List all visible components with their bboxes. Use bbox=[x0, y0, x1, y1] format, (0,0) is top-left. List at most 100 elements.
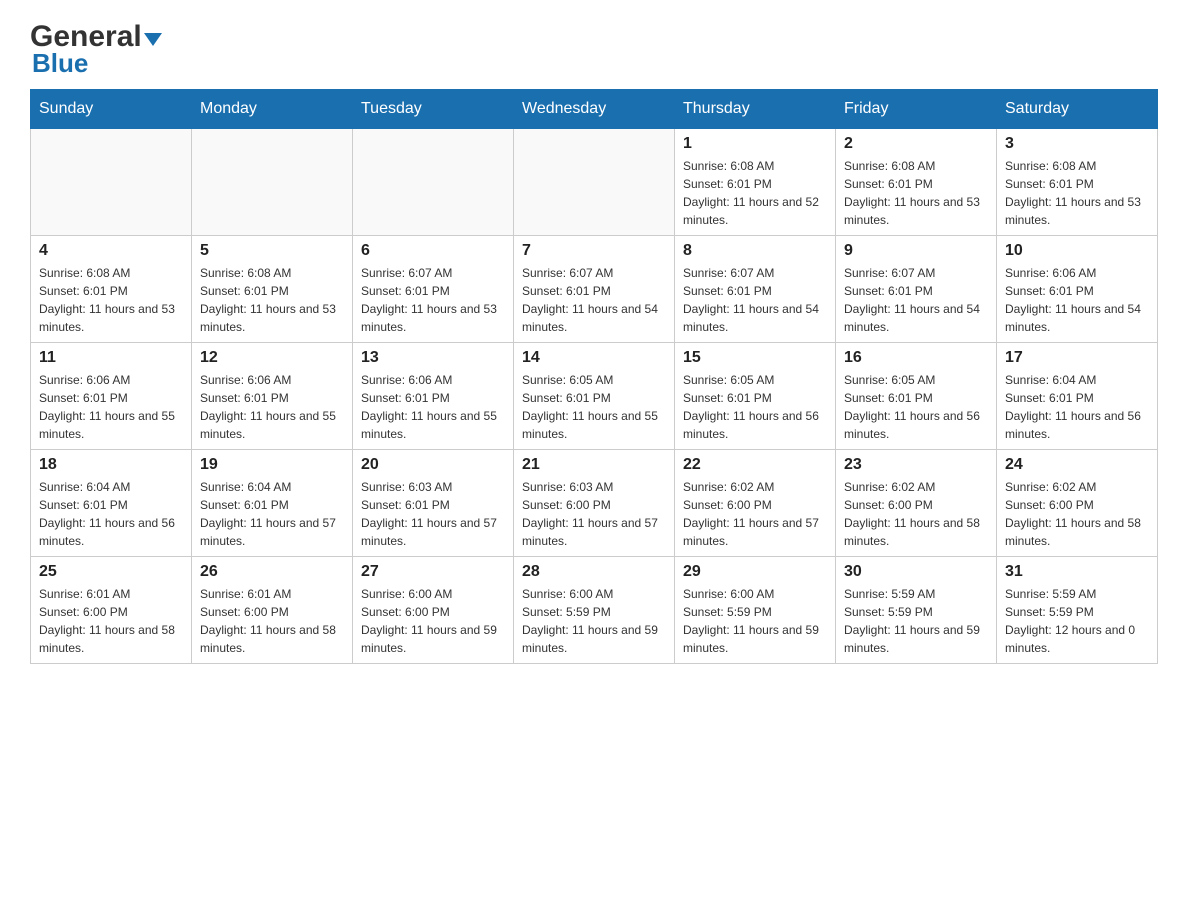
calendar-cell bbox=[353, 129, 514, 236]
day-info: Sunrise: 6:02 AMSunset: 6:00 PMDaylight:… bbox=[844, 478, 988, 550]
day-info: Sunrise: 6:07 AMSunset: 6:01 PMDaylight:… bbox=[522, 264, 666, 336]
day-info: Sunrise: 6:07 AMSunset: 6:01 PMDaylight:… bbox=[844, 264, 988, 336]
day-number: 6 bbox=[361, 242, 505, 260]
day-number: 13 bbox=[361, 349, 505, 367]
day-info: Sunrise: 5:59 AMSunset: 5:59 PMDaylight:… bbox=[844, 585, 988, 657]
calendar-cell: 27 Sunrise: 6:00 AMSunset: 6:00 PMDayligh… bbox=[353, 557, 514, 664]
day-number: 9 bbox=[844, 242, 988, 260]
calendar-cell: 22Sunrise: 6:02 AMSunset: 6:00 PMDayligh… bbox=[675, 450, 836, 557]
day-info: Sunrise: 6:01 AMSunset: 6:00 PMDaylight:… bbox=[39, 585, 183, 657]
calendar-cell: 11Sunrise: 6:06 AMSunset: 6:01 PMDayligh… bbox=[31, 343, 192, 450]
calendar-cell: 25 Sunrise: 6:01 AMSunset: 6:00 PMDayligh… bbox=[31, 557, 192, 664]
day-info: Sunrise: 6:02 AMSunset: 6:00 PMDaylight:… bbox=[1005, 478, 1149, 550]
day-number: 22 bbox=[683, 456, 827, 474]
logo-triangle-icon bbox=[144, 33, 162, 46]
calendar-cell: 21Sunrise: 6:03 AMSunset: 6:00 PMDayligh… bbox=[514, 450, 675, 557]
day-info: Sunrise: 6:04 AMSunset: 6:01 PMDaylight:… bbox=[1005, 371, 1149, 443]
day-info: Sunrise: 6:04 AMSunset: 6:01 PMDaylight:… bbox=[39, 478, 183, 550]
weekday-header-row: SundayMondayTuesdayWednesdayThursdayFrid… bbox=[31, 90, 1158, 129]
calendar-cell bbox=[514, 129, 675, 236]
logo: General Blue bbox=[30, 20, 162, 79]
day-number: 15 bbox=[683, 349, 827, 367]
calendar-week-row: 11Sunrise: 6:06 AMSunset: 6:01 PMDayligh… bbox=[31, 343, 1158, 450]
day-number: 29 bbox=[683, 563, 827, 581]
calendar-cell: 8 Sunrise: 6:07 AMSunset: 6:01 PMDaylight… bbox=[675, 236, 836, 343]
calendar-cell: 1 Sunrise: 6:08 AMSunset: 6:01 PMDaylight… bbox=[675, 129, 836, 236]
logo-blue: Blue bbox=[32, 48, 88, 79]
calendar-cell: 30Sunrise: 5:59 AMSunset: 5:59 PMDayligh… bbox=[836, 557, 997, 664]
day-info: Sunrise: 6:06 AMSunset: 6:01 PMDaylight:… bbox=[39, 371, 183, 443]
calendar-cell: 29 Sunrise: 6:00 AMSunset: 5:59 PMDayligh… bbox=[675, 557, 836, 664]
day-number: 12 bbox=[200, 349, 344, 367]
day-info: Sunrise: 6:08 AMSunset: 6:01 PMDaylight:… bbox=[200, 264, 344, 336]
calendar-cell: 12 Sunrise: 6:06 AMSunset: 6:01 PMDayligh… bbox=[192, 343, 353, 450]
day-number: 25 bbox=[39, 563, 183, 581]
day-number: 31 bbox=[1005, 563, 1149, 581]
calendar-cell: 28Sunrise: 6:00 AMSunset: 5:59 PMDayligh… bbox=[514, 557, 675, 664]
calendar-cell: 19 Sunrise: 6:04 AMSunset: 6:01 PMDayligh… bbox=[192, 450, 353, 557]
calendar-week-row: 1 Sunrise: 6:08 AMSunset: 6:01 PMDaylight… bbox=[31, 129, 1158, 236]
calendar-cell: 15 Sunrise: 6:05 AMSunset: 6:01 PMDayligh… bbox=[675, 343, 836, 450]
day-number: 8 bbox=[683, 242, 827, 260]
day-info: Sunrise: 6:05 AMSunset: 6:01 PMDaylight:… bbox=[522, 371, 666, 443]
calendar-cell: 9 Sunrise: 6:07 AMSunset: 6:01 PMDaylight… bbox=[836, 236, 997, 343]
calendar-cell: 6 Sunrise: 6:07 AMSunset: 6:01 PMDaylight… bbox=[353, 236, 514, 343]
day-info: Sunrise: 6:00 AMSunset: 6:00 PMDaylight:… bbox=[361, 585, 505, 657]
day-info: Sunrise: 6:08 AMSunset: 6:01 PMDaylight:… bbox=[844, 157, 988, 229]
day-number: 24 bbox=[1005, 456, 1149, 474]
calendar-cell: 26Sunrise: 6:01 AMSunset: 6:00 PMDayligh… bbox=[192, 557, 353, 664]
page-header: General Blue bbox=[30, 20, 1158, 79]
day-info: Sunrise: 6:04 AMSunset: 6:01 PMDaylight:… bbox=[200, 478, 344, 550]
day-number: 5 bbox=[200, 242, 344, 260]
day-number: 7 bbox=[522, 242, 666, 260]
day-number: 3 bbox=[1005, 135, 1149, 153]
calendar-cell: 24 Sunrise: 6:02 AMSunset: 6:00 PMDayligh… bbox=[997, 450, 1158, 557]
calendar-cell: 2 Sunrise: 6:08 AMSunset: 6:01 PMDaylight… bbox=[836, 129, 997, 236]
day-number: 19 bbox=[200, 456, 344, 474]
day-info: Sunrise: 6:00 AMSunset: 5:59 PMDaylight:… bbox=[522, 585, 666, 657]
calendar-body: 1 Sunrise: 6:08 AMSunset: 6:01 PMDaylight… bbox=[31, 129, 1158, 664]
day-number: 20 bbox=[361, 456, 505, 474]
weekday-header-saturday: Saturday bbox=[997, 90, 1158, 129]
day-info: Sunrise: 6:08 AMSunset: 6:01 PMDaylight:… bbox=[683, 157, 827, 229]
day-number: 4 bbox=[39, 242, 183, 260]
day-number: 2 bbox=[844, 135, 988, 153]
calendar-cell: 18 Sunrise: 6:04 AMSunset: 6:01 PMDayligh… bbox=[31, 450, 192, 557]
calendar-cell: 10Sunrise: 6:06 AMSunset: 6:01 PMDayligh… bbox=[997, 236, 1158, 343]
weekday-header-sunday: Sunday bbox=[31, 90, 192, 129]
day-info: Sunrise: 6:06 AMSunset: 6:01 PMDaylight:… bbox=[200, 371, 344, 443]
calendar-cell: 20 Sunrise: 6:03 AMSunset: 6:01 PMDayligh… bbox=[353, 450, 514, 557]
calendar-cell: 16Sunrise: 6:05 AMSunset: 6:01 PMDayligh… bbox=[836, 343, 997, 450]
day-info: Sunrise: 6:06 AMSunset: 6:01 PMDaylight:… bbox=[361, 371, 505, 443]
calendar-cell: 31Sunrise: 5:59 AMSunset: 5:59 PMDayligh… bbox=[997, 557, 1158, 664]
day-info: Sunrise: 6:07 AMSunset: 6:01 PMDaylight:… bbox=[361, 264, 505, 336]
day-number: 16 bbox=[844, 349, 988, 367]
calendar-cell: 4 Sunrise: 6:08 AMSunset: 6:01 PMDaylight… bbox=[31, 236, 192, 343]
weekday-header-wednesday: Wednesday bbox=[514, 90, 675, 129]
calendar-week-row: 4 Sunrise: 6:08 AMSunset: 6:01 PMDaylight… bbox=[31, 236, 1158, 343]
day-info: Sunrise: 6:00 AMSunset: 5:59 PMDaylight:… bbox=[683, 585, 827, 657]
calendar-table: SundayMondayTuesdayWednesdayThursdayFrid… bbox=[30, 89, 1158, 664]
weekday-header-tuesday: Tuesday bbox=[353, 90, 514, 129]
day-number: 10 bbox=[1005, 242, 1149, 260]
calendar-cell bbox=[31, 129, 192, 236]
day-number: 18 bbox=[39, 456, 183, 474]
day-number: 23 bbox=[844, 456, 988, 474]
day-number: 14 bbox=[522, 349, 666, 367]
day-info: Sunrise: 6:08 AMSunset: 6:01 PMDaylight:… bbox=[39, 264, 183, 336]
day-number: 27 bbox=[361, 563, 505, 581]
day-info: Sunrise: 6:05 AMSunset: 6:01 PMDaylight:… bbox=[683, 371, 827, 443]
calendar-cell bbox=[192, 129, 353, 236]
day-number: 21 bbox=[522, 456, 666, 474]
calendar-header: SundayMondayTuesdayWednesdayThursdayFrid… bbox=[31, 90, 1158, 129]
calendar-cell: 23 Sunrise: 6:02 AMSunset: 6:00 PMDayligh… bbox=[836, 450, 997, 557]
calendar-cell: 3Sunrise: 6:08 AMSunset: 6:01 PMDaylight… bbox=[997, 129, 1158, 236]
day-info: Sunrise: 6:01 AMSunset: 6:00 PMDaylight:… bbox=[200, 585, 344, 657]
calendar-cell: 14 Sunrise: 6:05 AMSunset: 6:01 PMDayligh… bbox=[514, 343, 675, 450]
day-info: Sunrise: 6:07 AMSunset: 6:01 PMDaylight:… bbox=[683, 264, 827, 336]
day-info: Sunrise: 6:03 AMSunset: 6:01 PMDaylight:… bbox=[361, 478, 505, 550]
day-number: 17 bbox=[1005, 349, 1149, 367]
weekday-header-monday: Monday bbox=[192, 90, 353, 129]
weekday-header-thursday: Thursday bbox=[675, 90, 836, 129]
day-number: 1 bbox=[683, 135, 827, 153]
